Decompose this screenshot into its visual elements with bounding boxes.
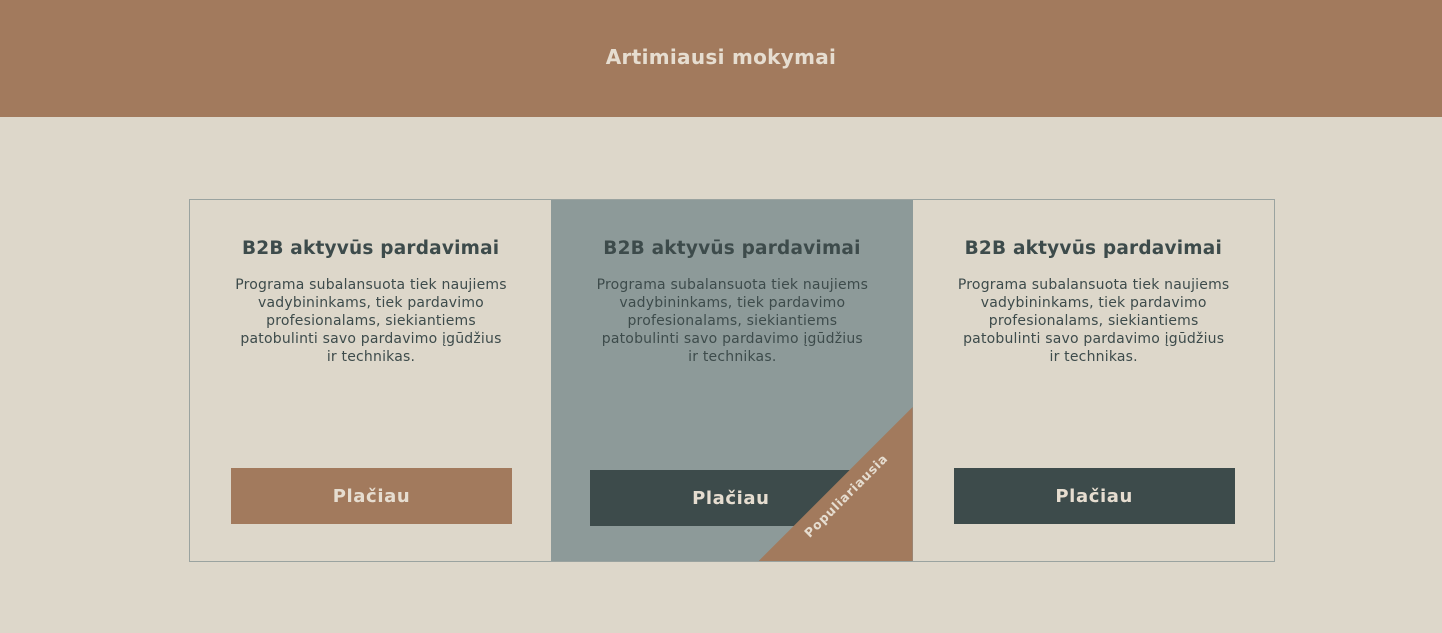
training-card-3: B2B aktyvūs pardavimai Programa subalans… xyxy=(913,200,1274,561)
card-title: B2B aktyvūs pardavimai xyxy=(603,238,861,259)
card-description: Programa subalansuota tiek naujiems vady… xyxy=(596,277,869,365)
more-info-button-1[interactable]: Plačiau xyxy=(231,468,512,524)
training-card-2: B2B aktyvūs pardavimai Programa subalans… xyxy=(551,200,913,561)
card-title: B2B aktyvūs pardavimai xyxy=(241,238,500,259)
training-card-1: B2B aktyvūs pardavimai Programa subalans… xyxy=(190,200,551,561)
card-title: B2B aktyvūs pardavimai xyxy=(964,238,1222,259)
page-header: Artimiausi mokymai xyxy=(0,0,1442,117)
page-title: Artimiausi mokymai xyxy=(605,44,837,69)
training-cards: B2B aktyvūs pardavimai Programa subalans… xyxy=(189,199,1275,562)
card-description: Programa subalansuota tiek naujiems vady… xyxy=(235,277,507,365)
card-description: Programa subalansuota tiek naujiems vady… xyxy=(957,277,1230,365)
more-info-button-3[interactable]: Plačiau xyxy=(953,468,1235,524)
